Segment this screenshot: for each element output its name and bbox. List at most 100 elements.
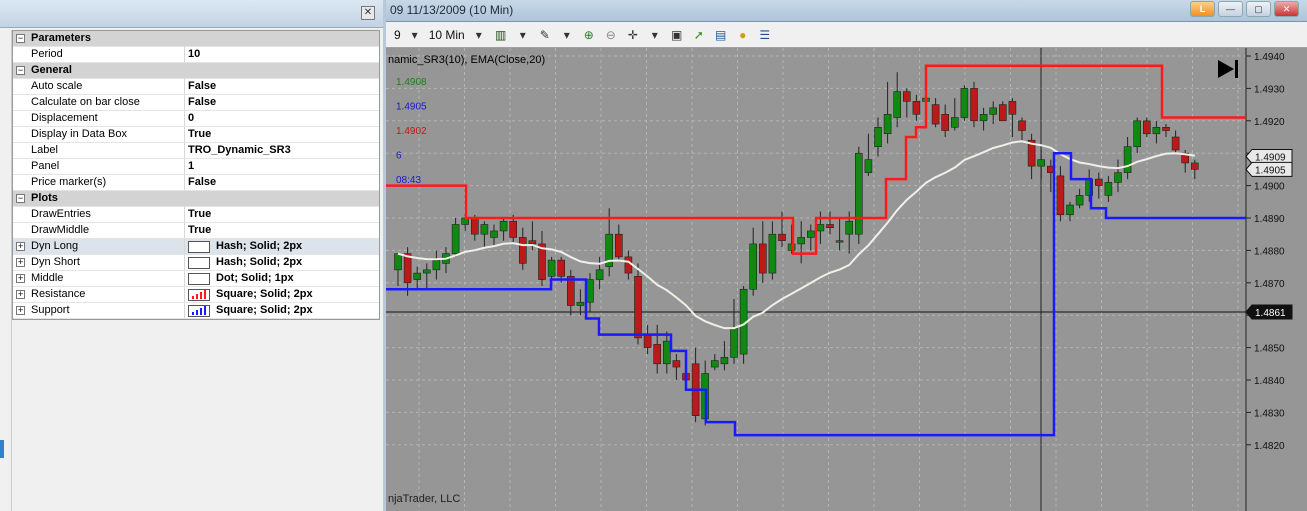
expand-icon[interactable]: + [16,290,25,299]
scroll-to-end-bar[interactable] [1235,60,1238,78]
property-value[interactable]: 0 [185,111,379,126]
property-row[interactable]: DrawMiddle True [13,223,379,239]
coin-icon[interactable]: ● [735,27,751,43]
strategy-icon[interactable]: ➚ [691,27,707,43]
candle-body[interactable] [941,114,950,131]
candle-body[interactable] [826,224,834,229]
candle-body[interactable] [845,220,854,235]
chevron-down-icon[interactable]: ▾ [515,27,531,43]
property-value[interactable]: True [185,223,379,238]
candle-body[interactable] [970,88,978,122]
chevron-down-icon[interactable]: ▾ [471,27,487,43]
candle-body[interactable] [1075,195,1084,206]
candle-body[interactable] [413,272,422,280]
category-general[interactable]: − General [13,63,379,79]
candle-body[interactable] [893,91,902,118]
property-value[interactable]: False [185,79,379,94]
candle-body[interactable] [806,230,815,238]
property-row[interactable]: Auto scale False [13,79,379,95]
zoom-in-icon[interactable]: ⊕ [581,27,597,43]
candle-body[interactable] [883,114,892,135]
candle-body[interactable] [499,220,508,232]
candle-body[interactable] [672,360,681,368]
candle-body[interactable] [471,217,479,235]
candle-body[interactable] [1152,126,1161,135]
property-row[interactable]: Period 10 [13,47,379,63]
chevron-down-icon[interactable]: ▾ [559,27,575,43]
property-row[interactable]: + Dyn Short Hash; Solid; 2px [13,255,379,271]
property-value[interactable]: False [185,95,379,110]
candle-body[interactable] [1037,159,1046,167]
candle-body[interactable] [1066,204,1074,216]
candle-body[interactable] [1114,172,1122,183]
collapse-icon[interactable]: − [16,34,25,43]
property-value[interactable]: Square; Solid; 2px [185,303,379,318]
property-value[interactable]: TRO_Dynamic_SR3 [185,143,379,158]
candle-body[interactable] [576,301,585,306]
data-box-icon[interactable]: ▣ [669,27,685,43]
candle-body[interactable] [1104,182,1113,196]
candle-body[interactable] [595,269,604,280]
candle-body[interactable] [730,327,738,358]
candle-body[interactable] [1142,120,1151,135]
property-value[interactable]: True [185,207,379,222]
category-parameters[interactable]: − Parameters [13,31,379,47]
scroll-to-end-icon[interactable] [1218,60,1234,78]
candle-body[interactable] [989,107,998,115]
candle-body[interactable] [950,117,959,128]
candle-body[interactable] [586,279,594,303]
candle-body[interactable] [912,101,921,115]
maximize-button[interactable]: ▢ [1246,1,1271,17]
close-button[interactable]: ✕ [1274,1,1299,17]
candle-body[interactable] [749,243,758,290]
property-value[interactable]: False [185,175,379,190]
candle-body[interactable] [615,233,623,258]
candle-body[interactable] [557,259,565,277]
candle-body[interactable] [528,240,537,245]
candle-body[interactable] [1018,120,1026,131]
candle-body[interactable] [1133,120,1142,148]
expand-icon[interactable]: + [16,242,25,251]
candle-body[interactable] [634,276,642,339]
candle-body[interactable] [394,253,402,271]
collapse-icon[interactable]: − [16,66,25,75]
expand-icon[interactable]: + [16,306,25,315]
candle-body[interactable] [1008,101,1017,115]
property-row[interactable]: Display in Data Box True [13,127,379,143]
property-row[interactable]: Label TRO_Dynamic_SR3 [13,143,379,159]
expand-icon[interactable]: + [16,258,25,267]
property-value[interactable]: Hash; Solid; 2px [185,239,379,254]
candle-body[interactable] [864,159,873,173]
candle-body[interactable] [653,344,662,365]
candle-body[interactable] [1094,178,1103,186]
draw-pencil-icon[interactable]: ✎ [537,27,553,43]
candle-body[interactable] [960,88,969,118]
candle-body[interactable] [1171,136,1180,151]
property-row[interactable]: + Dyn Long Hash; Solid; 2px [13,239,379,255]
chart-canvas[interactable]: 1.49401.49301.49201.49101.49001.48901.48… [386,48,1307,511]
candle-body[interactable] [835,240,844,243]
collapse-icon[interactable]: − [16,194,25,203]
zoom-out-icon[interactable]: ⊖ [603,27,619,43]
interval-selector[interactable]: 10 Min [429,28,465,42]
candle-body[interactable] [509,220,517,238]
property-row[interactable]: DrawEntries True [13,207,379,223]
properties-icon[interactable]: ☰ [757,27,773,43]
candle-body[interactable] [547,259,556,277]
candle-body[interactable] [902,91,911,102]
close-icon[interactable]: ✕ [361,6,375,20]
property-value[interactable]: 10 [185,47,379,62]
property-value[interactable]: Square; Solid; 2px [185,287,379,302]
property-row[interactable]: Panel 1 [13,159,379,175]
expand-icon[interactable]: + [16,274,25,283]
candle-body[interactable] [758,243,767,274]
candle-body[interactable] [816,224,825,232]
candle-body[interactable] [662,340,671,365]
chevron-down-icon[interactable]: ▾ [647,27,663,43]
candle-body[interactable] [451,224,460,254]
candle-body[interactable] [854,152,863,235]
candle-body[interactable] [1123,146,1132,173]
candle-body[interactable] [422,269,431,274]
candle-body[interactable] [1162,126,1170,131]
candle-body[interactable] [874,126,882,148]
